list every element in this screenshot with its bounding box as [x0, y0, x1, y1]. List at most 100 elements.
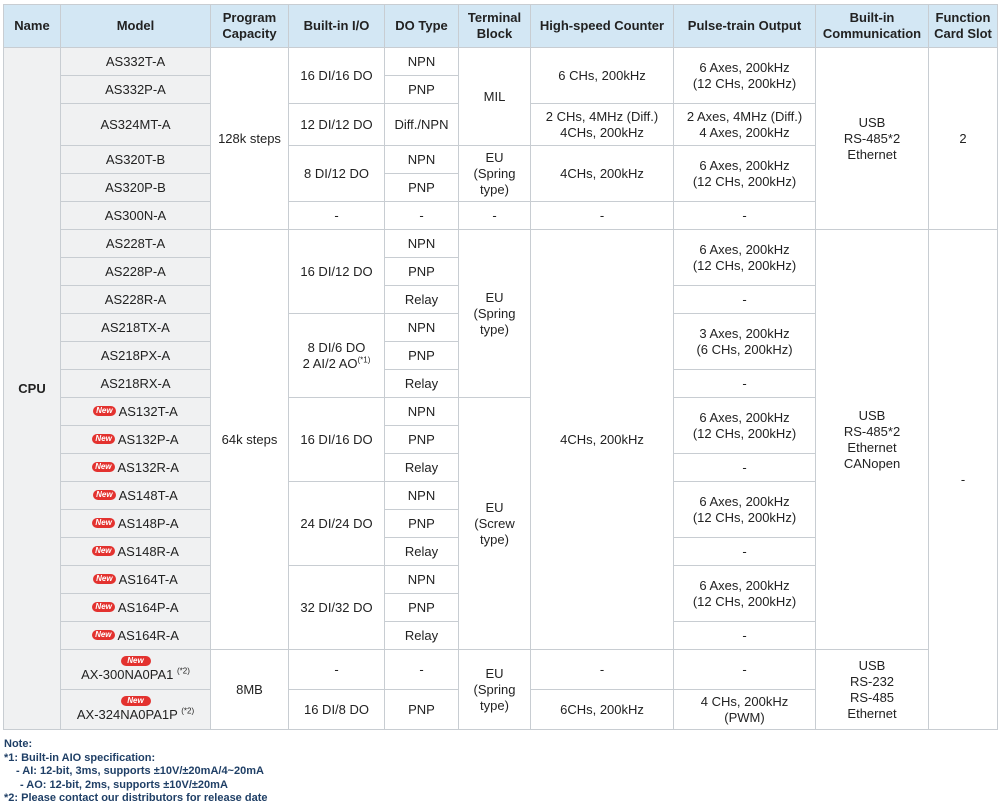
do-type-cell: Relay	[384, 537, 459, 566]
model-cell: New AS132T-A	[60, 397, 211, 426]
model-cell: New AS148T-A	[60, 481, 211, 510]
cpu-spec-table: Name Model Program Capacity Built-in I/O …	[3, 4, 998, 730]
capacity-cell: 128k steps	[210, 47, 289, 230]
header-do-type: DO Type	[384, 4, 459, 48]
capacity-cell: 64k steps	[210, 229, 289, 650]
pto-cell: 6 Axes, 200kHz (12 CHs, 200kHz)	[673, 229, 816, 286]
slot-cell: -	[928, 229, 998, 730]
new-badge-icon: New	[92, 630, 115, 641]
io-cell: 16 DI/8 DO	[288, 689, 385, 730]
do-type-cell: NPN	[384, 481, 459, 510]
do-type-cell: PNP	[384, 341, 459, 370]
do-type-cell: NPN	[384, 397, 459, 426]
hsc-cell: 4CHs, 200kHz	[530, 229, 674, 650]
header-model: Model	[60, 4, 211, 48]
note-title: Note:	[4, 738, 33, 750]
do-type-cell: NPN	[384, 145, 459, 174]
note-1b: - AO: 12-bit, 2ms, supports ±10V/±20mA	[20, 778, 228, 791]
model-cell: AS332P-A	[60, 75, 211, 104]
model-cell: New AS132R-A	[60, 453, 211, 482]
io-cell: 8 DI/6 DO 2 AI/2 AO(*1)	[288, 313, 385, 398]
new-badge-icon: New	[92, 462, 115, 473]
table-row: CPU AS332T-A 128k steps 16 DI/16 DO NPN …	[3, 47, 998, 730]
hsc-cell: -	[530, 201, 674, 230]
pto-cell: -	[673, 285, 816, 314]
model-cell: New AS132P-A	[60, 425, 211, 454]
model-cell: New AX-324NA0PA1P (*2)	[60, 689, 211, 730]
do-type-cell: PNP	[384, 689, 459, 730]
header-builtin-io: Built-in I/O	[288, 4, 385, 48]
do-type-cell: Relay	[384, 621, 459, 650]
hsc-cell: 4CHs, 200kHz	[530, 145, 674, 202]
table-row: New AX-300NA0PA1 (*2) 8MB - - EU (Spring ty…	[4, 649, 998, 730]
io-cell: 32 DI/32 DO	[288, 565, 385, 650]
terminal-cell: EU (Spring type)	[458, 649, 531, 730]
note-1a: - AI: 12-bit, 3ms, supports ±10V/±20mA/4…	[16, 765, 264, 777]
model-cell: New AS148R-A	[60, 537, 211, 566]
header-function-card-slot: Function Card Slot	[928, 4, 998, 48]
header-high-speed-counter: High-speed Counter	[530, 4, 674, 48]
io-cell: 16 DI/16 DO	[288, 47, 385, 104]
notes-section: Note: *1: Built-in AIO specification: - …	[4, 738, 267, 806]
name-cpu-cell: CPU	[3, 47, 61, 730]
model-cell: AS228T-A	[60, 229, 211, 258]
table-row: AS228T-A 64k steps 16 DI/12 DO NPN EU (Sp…	[4, 229, 998, 730]
io-cell: 16 DI/16 DO	[288, 397, 385, 482]
model-cell: AS300N-A	[60, 201, 211, 230]
header-pulse-train-output: Pulse-train Output	[673, 4, 816, 48]
do-type-cell: PNP	[384, 509, 459, 538]
model-cell: AS320P-B	[60, 173, 211, 202]
model-cell: AS320T-B	[60, 145, 211, 174]
terminal-cell: EU (Spring type)	[458, 229, 531, 398]
do-type-cell: NPN	[384, 47, 459, 76]
model-cell: New AS148P-A	[60, 509, 211, 538]
do-type-cell: Relay	[384, 453, 459, 482]
pto-cell: 6 Axes, 200kHz (12 CHs, 200kHz)	[673, 145, 816, 202]
note-1: *1: Built-in AIO specification:	[4, 751, 156, 764]
pto-cell: -	[673, 649, 816, 690]
do-type-cell: PNP	[384, 593, 459, 622]
note-2: *2: Please contact our distributors for …	[4, 792, 268, 804]
do-type-cell: -	[384, 201, 459, 230]
pto-cell: -	[673, 621, 816, 650]
model-cell: AS228P-A	[60, 257, 211, 286]
comm-cell: USB RS-232 RS-485 Ethernet	[815, 649, 929, 730]
pto-cell: 6 Axes, 200kHz (12 CHs, 200kHz)	[673, 397, 816, 454]
do-type-cell: NPN	[384, 565, 459, 594]
model-cell: New AS164P-A	[60, 593, 211, 622]
terminal-cell: MIL	[458, 47, 531, 146]
pto-cell: 6 Axes, 200kHz (12 CHs, 200kHz)	[673, 565, 816, 622]
model-cell: AS332T-A	[60, 47, 211, 76]
comm-cell: USB RS-485*2 Ethernet CANopen	[815, 229, 929, 650]
pto-cell: 3 Axes, 200kHz (6 CHs, 200kHz)	[673, 313, 816, 370]
terminal-cell: EU (Spring type)	[458, 145, 531, 202]
header-name: Name	[3, 4, 61, 48]
new-badge-icon: New	[92, 434, 115, 445]
model-cell: New AS164T-A	[60, 565, 211, 594]
pto-cell: -	[673, 369, 816, 398]
model-cell: AS218TX-A	[60, 313, 211, 342]
terminal-cell: -	[458, 201, 531, 230]
pto-cell: 2 Axes, 4MHz (Diff.) 4 Axes, 200kHz	[673, 103, 816, 146]
hsc-cell: 6 CHs, 200kHz	[530, 47, 674, 104]
do-type-cell: Relay	[384, 369, 459, 398]
io-cell: 12 DI/12 DO	[288, 103, 385, 146]
hsc-cell: 2 CHs, 4MHz (Diff.) 4CHs, 200kHz	[530, 103, 674, 146]
capacity-cell: 8MB	[210, 649, 289, 730]
do-type-cell: PNP	[384, 173, 459, 202]
pto-cell: 6 Axes, 200kHz (12 CHs, 200kHz)	[673, 481, 816, 538]
slot-cell: 2	[928, 47, 998, 230]
new-badge-icon: New	[92, 518, 115, 529]
io-cell: -	[288, 649, 385, 690]
comm-cell: USB RS-485*2 Ethernet	[815, 47, 929, 230]
do-type-cell: -	[384, 649, 459, 690]
new-badge-icon: New	[93, 490, 116, 501]
do-type-cell: PNP	[384, 75, 459, 104]
new-badge-icon: New	[92, 546, 115, 557]
do-type-cell: PNP	[384, 257, 459, 286]
do-type-cell: PNP	[384, 425, 459, 454]
io-cell: -	[288, 201, 385, 230]
new-badge-icon: New	[120, 656, 151, 666]
terminal-cell: EU (Screw type)	[458, 397, 531, 650]
header-builtin-communication: Built-in Communication	[815, 4, 929, 48]
